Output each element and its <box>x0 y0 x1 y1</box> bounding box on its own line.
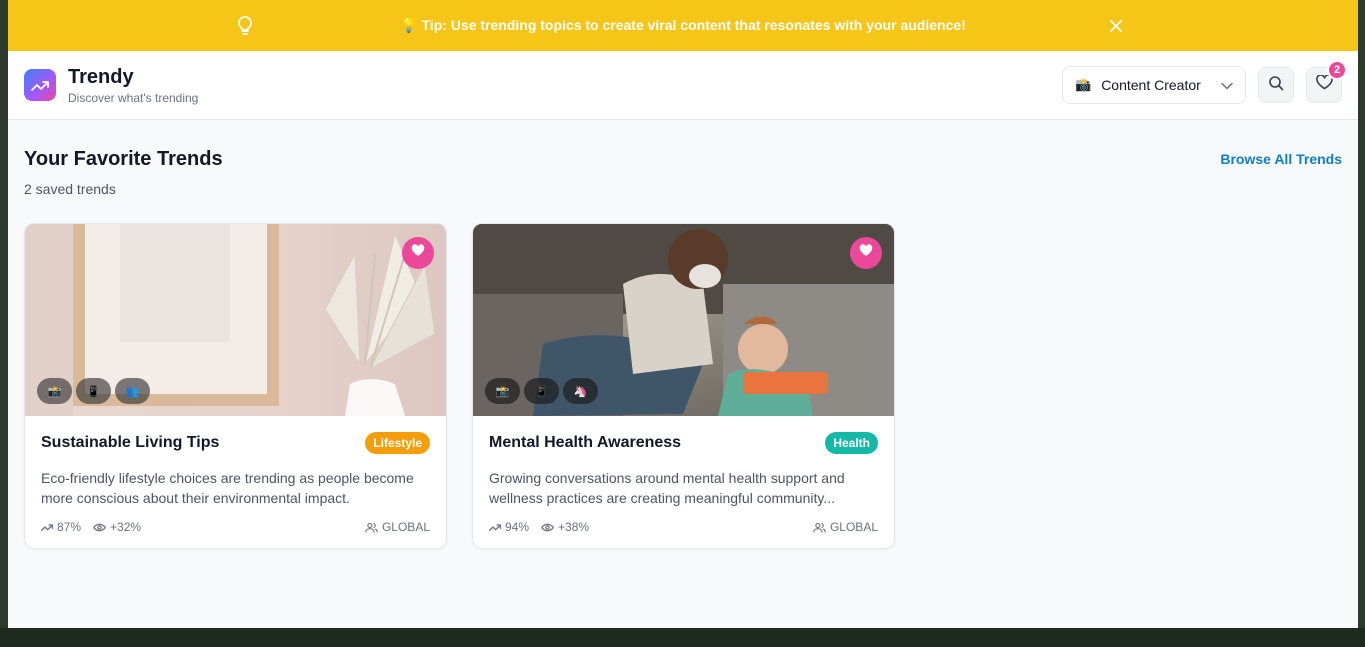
favorites-count-badge: 2 <box>1327 60 1347 80</box>
views-stat: +32% <box>93 520 141 534</box>
favorites-button[interactable]: 2 <box>1306 60 1347 103</box>
trending-up-icon <box>41 524 53 531</box>
trending-logo-icon[interactable] <box>24 69 56 101</box>
role-select[interactable]: 📸 Content Creator <box>1062 66 1246 104</box>
trend-title: Sustainable Living Tips <box>41 434 220 451</box>
views-stat: +38% <box>541 520 589 534</box>
trend-stats: 87% +32% GLOBAL <box>41 520 430 534</box>
search-icon <box>1268 75 1284 96</box>
platform-list: 📸 📱 👥 <box>37 378 150 404</box>
eye-icon <box>93 523 106 531</box>
close-icon[interactable] <box>1106 16 1126 36</box>
platform-camera-icon: 📸 <box>37 378 72 404</box>
camera-icon: 📸 <box>1075 77 1092 92</box>
app-title: Trendy <box>68 65 134 88</box>
growth-stat: 87% <box>41 520 81 534</box>
growth-value: 94% <box>505 520 530 534</box>
favorites-section-header: Your Favorite Trends 2 saved trends Brow… <box>8 120 1358 197</box>
region-value: GLOBAL <box>829 520 878 534</box>
unfavorite-button[interactable] <box>402 237 434 269</box>
search-button[interactable] <box>1258 67 1294 103</box>
brand: Trendy Discover what's trending <box>68 66 198 105</box>
users-icon <box>365 522 378 533</box>
app-window: 💡 Tip: Use trending topics to create vir… <box>8 0 1358 628</box>
platform-list: 📸 📱 🦄 <box>485 378 598 404</box>
trend-title: Mental Health Awareness <box>489 434 682 451</box>
trend-image: 📸 📱 🦄 <box>473 224 894 416</box>
heart-filled-icon <box>859 244 873 262</box>
category-tag: Health <box>825 432 878 454</box>
views-value: +32% <box>110 520 142 534</box>
platform-phone-icon: 📱 <box>76 378 111 404</box>
card-body: Sustainable Living Tips Lifestyle Eco-fr… <box>25 416 446 534</box>
app-header: Trendy Discover what's trending 📸 Conten… <box>8 51 1358 120</box>
region-stat: GLOBAL <box>365 520 430 534</box>
platform-unicorn-icon: 🦄 <box>563 378 598 404</box>
platform-phone-icon: 📱 <box>524 378 559 404</box>
unfavorite-button[interactable] <box>850 237 882 269</box>
tip-banner: 💡 Tip: Use trending topics to create vir… <box>8 0 1358 51</box>
card-body: Mental Health Awareness Health Growing c… <box>473 416 894 534</box>
section-title: Your Favorite Trends <box>24 148 223 170</box>
users-icon <box>813 522 826 533</box>
trending-up-icon <box>489 524 501 531</box>
trend-image: 📸 📱 👥 <box>25 224 446 416</box>
trend-card-list: 📸 📱 👥 Sustainable Living Tips Lifestyle … <box>8 223 1358 549</box>
saved-count: 2 saved trends <box>24 181 116 197</box>
browse-all-link[interactable]: Browse All Trends <box>1220 151 1342 167</box>
platform-people-icon: 👥 <box>115 378 150 404</box>
taskbar <box>0 628 1365 647</box>
window-edge <box>1358 0 1365 628</box>
category-tag: Lifestyle <box>365 432 430 454</box>
growth-stat: 94% <box>489 520 529 534</box>
lightbulb-icon <box>236 16 254 39</box>
chevron-down-icon <box>1221 77 1233 93</box>
views-value: +38% <box>558 520 590 534</box>
growth-value: 87% <box>57 520 82 534</box>
heart-filled-icon <box>411 244 425 262</box>
eye-icon <box>541 523 554 531</box>
tip-text: 💡 Tip: Use trending topics to create vir… <box>400 17 966 33</box>
trend-card[interactable]: 📸 📱 🦄 Mental Health Awareness Health Gro… <box>472 223 895 549</box>
role-select-value: Content Creator <box>1101 77 1201 93</box>
header-actions: 📸 Content Creator 2 <box>1062 60 1347 104</box>
trend-stats: 94% +38% GLOBAL <box>489 520 878 534</box>
app-tagline: Discover what's trending <box>68 90 199 105</box>
region-stat: GLOBAL <box>813 520 878 534</box>
trend-card[interactable]: 📸 📱 👥 Sustainable Living Tips Lifestyle … <box>24 223 447 549</box>
trend-description: Eco-friendly lifestyle choices are trend… <box>41 470 414 506</box>
heart-icon <box>1315 74 1333 95</box>
platform-camera-icon: 📸 <box>485 378 520 404</box>
region-value: GLOBAL <box>381 520 430 534</box>
trend-description: Growing conversations around mental heal… <box>489 470 845 506</box>
